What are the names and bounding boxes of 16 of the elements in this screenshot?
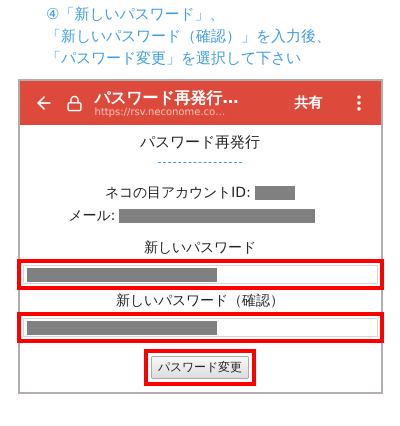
url-text: https://rsv.neconome.co… <box>94 107 226 118</box>
email-label: メール: <box>68 206 116 224</box>
redaction-bar <box>254 186 295 200</box>
password-field[interactable] <box>22 318 378 337</box>
field-label: 新しいパスワード（確認） <box>116 292 284 310</box>
instruction-text: 「新しいパスワード（確認）」を入力後、 <box>46 26 331 47</box>
field-label: 新しいパスワード <box>144 239 256 257</box>
page-title: パスワード再発行… <box>94 88 240 107</box>
instruction-text: 「パスワード変更」を選択して下さい <box>46 48 301 69</box>
account-id-label: ネコの目アカウントID: <box>105 184 251 202</box>
share-button[interactable]: 共有 <box>294 94 336 112</box>
lock-icon <box>66 94 82 112</box>
change-password-button[interactable]: パスワード変更 <box>151 356 249 379</box>
instruction-text: ④「新しいパスワード」、 <box>46 4 224 25</box>
password-field[interactable] <box>22 265 378 284</box>
form-heading: パスワード再発行 <box>140 133 260 152</box>
